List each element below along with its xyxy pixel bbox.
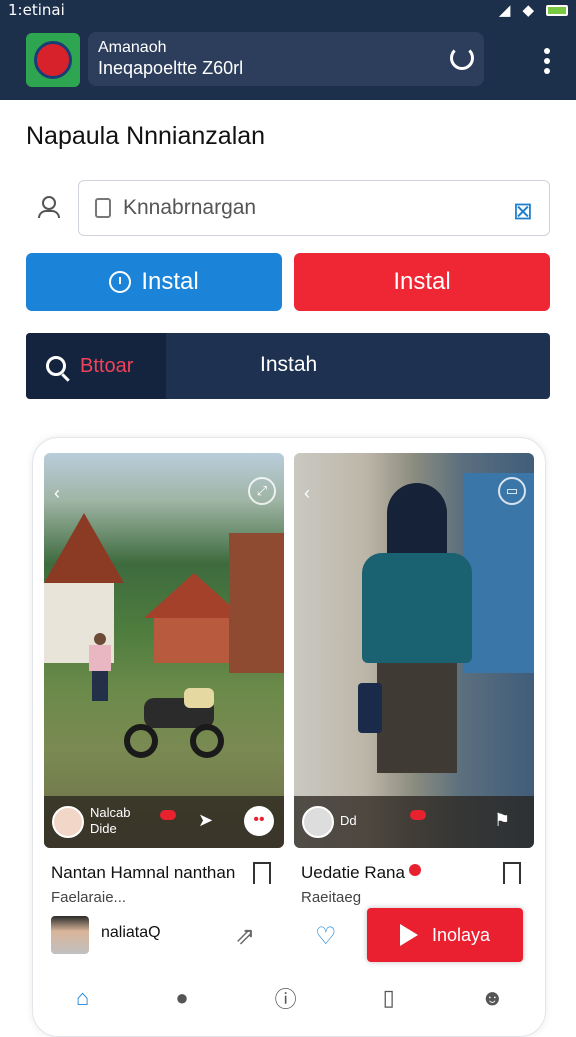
live-indicator-icon <box>160 810 176 820</box>
back-arrow-icon[interactable]: ‹ <box>54 483 60 504</box>
segment-search[interactable]: Bttoar <box>26 333 166 399</box>
heart-icon[interactable]: ♡ <box>315 922 337 951</box>
install-blue-label: Instal <box>141 268 199 295</box>
segment-left-label: Bttoar <box>80 354 134 377</box>
card-title[interactable]: Uedatie Rana <box>301 863 421 883</box>
woman-figure <box>358 483 472 803</box>
install-red-label: Instal <box>393 268 451 295</box>
app-bar: Amanaoh Ineqapoeltte Z60rl <box>0 20 576 100</box>
search-input[interactable]: Knnabrnargan ⊠ <box>78 180 550 236</box>
segment-bar: Bttoar Instah <box>26 333 550 399</box>
back-arrow-icon[interactable]: ‹ <box>304 483 310 504</box>
village-photo[interactable]: ‹ ⤢ Nalcab Dide ➤ •• <box>44 453 284 848</box>
signal-icon: ◢ <box>498 2 511 19</box>
app-title-line2: Ineqapoeltte Z60rl <box>98 58 244 78</box>
map-icon[interactable]: ▯ <box>383 985 395 1011</box>
status-bar: 1:etinai ◢ ◆ <box>0 0 576 20</box>
bookmark-icon[interactable] <box>503 862 521 884</box>
photo-overlay-bar: Nalcab Dide ➤ •• <box>44 796 284 848</box>
send-icon[interactable]: ➤ <box>198 810 213 831</box>
live-indicator-icon <box>410 810 426 820</box>
info-icon[interactable]: ⓘ <box>275 982 297 1014</box>
photo-overlay-bar: Dd ⚑ <box>294 796 534 848</box>
avatar[interactable] <box>51 916 89 954</box>
person-figure <box>89 633 111 703</box>
user-icon[interactable] <box>38 196 60 220</box>
share-icon[interactable]: ⇗ <box>235 922 255 951</box>
timer-icon <box>109 271 132 293</box>
more-icon[interactable]: •• <box>244 806 274 836</box>
battery-icon <box>546 4 568 16</box>
bag-icon <box>95 198 111 218</box>
refresh-icon[interactable] <box>450 46 474 70</box>
card-title[interactable]: Nantan Hamnal nanthan <box>51 863 235 883</box>
bookmark-icon[interactable] <box>253 862 271 884</box>
gallery-icon[interactable]: ▭ <box>498 477 526 505</box>
overlay-name: Nalcab <box>90 805 131 820</box>
chat-icon[interactable]: ● <box>175 985 188 1011</box>
card-subtitle: Raeitaeg <box>301 889 362 906</box>
install-button-red[interactable]: Instal <box>294 253 550 311</box>
avatar[interactable] <box>52 806 84 838</box>
page-title: Napaula Nnnianzalan <box>26 122 266 150</box>
feed-card: ‹ ⤢ Nalcab Dide ➤ •• ‹ ▭ Dd ⚑ Nantan Ham… <box>32 437 546 1037</box>
user-name[interactable]: naliataQ <box>101 924 161 942</box>
wifi-icon: ◆ <box>522 2 534 19</box>
user-row: naliataQ ⇗ ♡ Inolaya <box>51 908 531 962</box>
app-logo[interactable] <box>26 33 80 87</box>
search-row: Knnabrnargan ⊠ <box>26 180 550 236</box>
segment-right-label[interactable]: Instah <box>260 353 317 377</box>
profile-icon[interactable]: ☻ <box>481 985 504 1011</box>
more-options-icon[interactable] <box>544 48 550 74</box>
status-text: 1:etinai <box>8 1 65 19</box>
avatar[interactable] <box>302 806 334 838</box>
overlay-sub: Dd <box>340 813 357 828</box>
search-icon <box>46 356 66 376</box>
woman-photo[interactable]: ‹ ▭ Dd ⚑ <box>294 453 534 848</box>
search-value: Knnabrnargan <box>123 196 257 219</box>
play-icon <box>399 924 418 946</box>
play-button[interactable]: Inolaya <box>367 908 523 962</box>
app-title-line1: Amanaoh <box>98 39 167 56</box>
close-icon[interactable]: ⊠ <box>513 197 533 226</box>
overlay-sub: Dide <box>90 821 117 836</box>
home-icon[interactable]: ⌂ <box>76 985 89 1011</box>
verified-icon <box>408 864 421 876</box>
motorbike <box>124 688 224 758</box>
flag-icon[interactable]: ⚑ <box>494 810 510 831</box>
install-button-blue[interactable]: Instal <box>26 253 282 311</box>
bottom-tab-bar: ⌂ ● ⓘ ▯ ☻ <box>33 973 545 1023</box>
expand-icon[interactable]: ⤢ <box>248 477 276 505</box>
app-title-card[interactable]: Amanaoh Ineqapoeltte Z60rl <box>88 32 484 86</box>
card-subtitle: Faelaraie... <box>51 889 127 906</box>
play-label: Inolaya <box>431 924 491 945</box>
